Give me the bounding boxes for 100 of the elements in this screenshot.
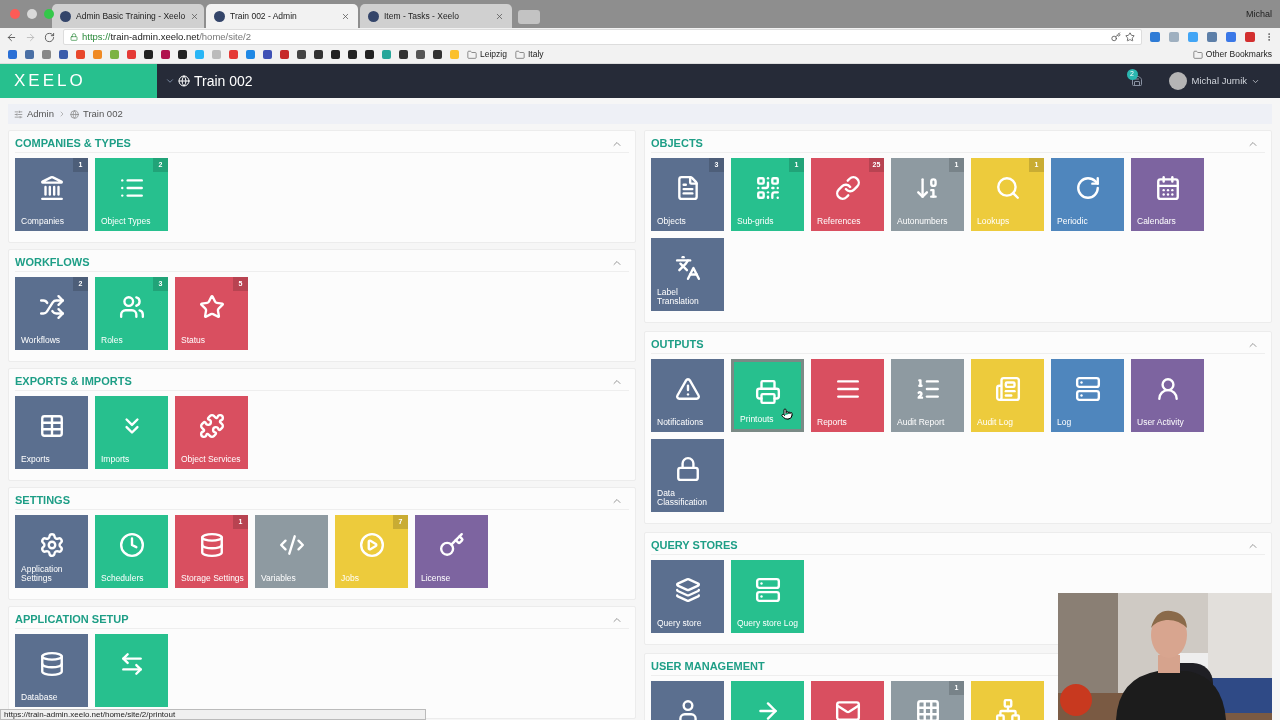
tile-label: User Activity [1137, 418, 1185, 427]
server-icon [754, 577, 781, 603]
tile-label: Reports [817, 418, 848, 427]
tile-label: Query store Log [737, 619, 799, 628]
tile-label: Audit Report [897, 418, 946, 427]
tile[interactable]: Notifications [651, 359, 724, 432]
site-icon [214, 10, 225, 22]
search-icon [994, 175, 1021, 201]
code-icon [278, 532, 305, 558]
tile-label: Sub-grids [737, 217, 775, 226]
tile-label: Data Classification [657, 489, 709, 507]
puzzle-icon [198, 413, 225, 439]
tile[interactable] [95, 634, 168, 707]
close-icon[interactable] [495, 11, 504, 21]
breadcrumb-item[interactable]: Admin [27, 106, 54, 122]
close-icon[interactable] [190, 11, 200, 21]
avatar[interactable] [1168, 72, 1187, 90]
section-title: QUERY STORES [651, 538, 738, 554]
tile-label: Jobs [341, 574, 360, 583]
tile[interactable]: Periodic [1051, 158, 1124, 231]
tile[interactable]: Database [15, 634, 88, 707]
tile-label: Label Translation [657, 288, 700, 306]
tile[interactable]: Label Translation [651, 238, 724, 311]
address-field[interactable]: https://train-admin.xeelo.net/home/site/2 [62, 29, 1142, 45]
bookmark-star-icon[interactable] [1125, 32, 1135, 42]
back-icon[interactable] [6, 31, 17, 43]
tile[interactable]: User Activity [1131, 359, 1204, 432]
zoom-window-icon[interactable] [44, 9, 54, 19]
tile-label: Object Services [181, 455, 242, 464]
site-name[interactable]: Train 002 [194, 70, 253, 92]
profile-name[interactable]: Michal [1246, 8, 1272, 22]
bookmark-folder[interactable]: Leipzig [467, 48, 507, 61]
minimize-window-icon[interactable] [27, 9, 37, 19]
tile[interactable]: Variables [255, 515, 328, 588]
key-icon [438, 532, 465, 558]
printer-icon [754, 379, 781, 405]
tile[interactable]: Exports [15, 396, 88, 469]
tile[interactable]: Log [1051, 359, 1124, 432]
tile-label: References [817, 217, 862, 226]
tile[interactable]: Object Services [175, 396, 248, 469]
key-icon[interactable] [1111, 32, 1121, 42]
link-icon [834, 175, 861, 201]
tile-label: Variables [261, 574, 297, 583]
notification-icon[interactable] [1130, 75, 1143, 87]
folder-icon [514, 49, 525, 60]
bookmark-folder[interactable]: Other Bookmarks [1192, 48, 1272, 61]
stack-icon [674, 577, 701, 603]
hand-cursor-icon [781, 408, 793, 420]
sitemap-icon [994, 698, 1021, 720]
users-icon [118, 294, 145, 320]
database-icon [198, 532, 225, 558]
section-title: OUTPUTS [651, 337, 704, 353]
folder-icon [467, 49, 477, 60]
tile-label: Exports [21, 455, 51, 464]
section-title: USER MANAGEMENT [651, 659, 765, 675]
close-icon[interactable] [341, 11, 350, 21]
browser-tab[interactable]: Item - Tasks - Xeelo [360, 4, 512, 28]
star-icon [198, 294, 225, 320]
tile-label: Object Types [101, 217, 152, 226]
section-title: EXPORTS & IMPORTS [15, 374, 132, 390]
browser-tab[interactable]: Train 002 - Admin [206, 4, 358, 28]
bank-icon [38, 175, 65, 201]
table-icon [38, 413, 65, 439]
tile[interactable]: Application Settings [15, 515, 88, 588]
tile-label: Lookups [977, 217, 1011, 226]
tile-label: Notifications [657, 418, 705, 427]
bookmark-folder[interactable]: Italy [514, 48, 544, 61]
tile[interactable]: Audit Report [891, 359, 964, 432]
tile-label: Log [1057, 418, 1073, 427]
caret-icon[interactable] [165, 76, 175, 86]
site-icon [368, 10, 379, 22]
play-icon [358, 532, 385, 558]
section-title: COMPANIES & TYPES [15, 136, 131, 152]
mail-icon [834, 698, 861, 720]
breadcrumb-item[interactable]: Train 002 [82, 106, 123, 122]
tile[interactable]: Calendars [1131, 158, 1204, 231]
browser-tab[interactable]: Admin Basic Training - Xeelo [52, 4, 204, 28]
tab-title: Item - Tasks - Xeelo [384, 9, 460, 23]
grid-icon [914, 698, 941, 720]
clock-icon [118, 532, 145, 558]
tile[interactable]: License [415, 515, 488, 588]
tile[interactable]: Query store [651, 560, 724, 633]
forward-icon[interactable] [25, 31, 36, 43]
tile-label: Calendars [1137, 217, 1177, 226]
tile[interactable]: Data Classification [651, 439, 724, 512]
calendar-icon [1154, 175, 1181, 201]
list-card-icon [994, 376, 1021, 402]
tile-label: Schedulers [101, 574, 145, 583]
section-title: APPLICATION SETUP [15, 612, 129, 628]
user-name[interactable]: Michal Jurnik [1191, 73, 1247, 89]
site-icon [60, 10, 71, 22]
shuffle-icon [38, 294, 65, 320]
lock-icon [69, 33, 78, 41]
lock-icon [674, 456, 701, 482]
tile-label: Workflows [21, 336, 62, 345]
tile[interactable]: Reports [811, 359, 884, 432]
qr-code-icon [754, 175, 781, 201]
section-title: WORKFLOWS [15, 255, 90, 271]
reload-icon[interactable] [43, 31, 55, 43]
status-url-tooltip: https://train-admin.xeelo.net/home/site/2/printout [0, 709, 426, 720]
